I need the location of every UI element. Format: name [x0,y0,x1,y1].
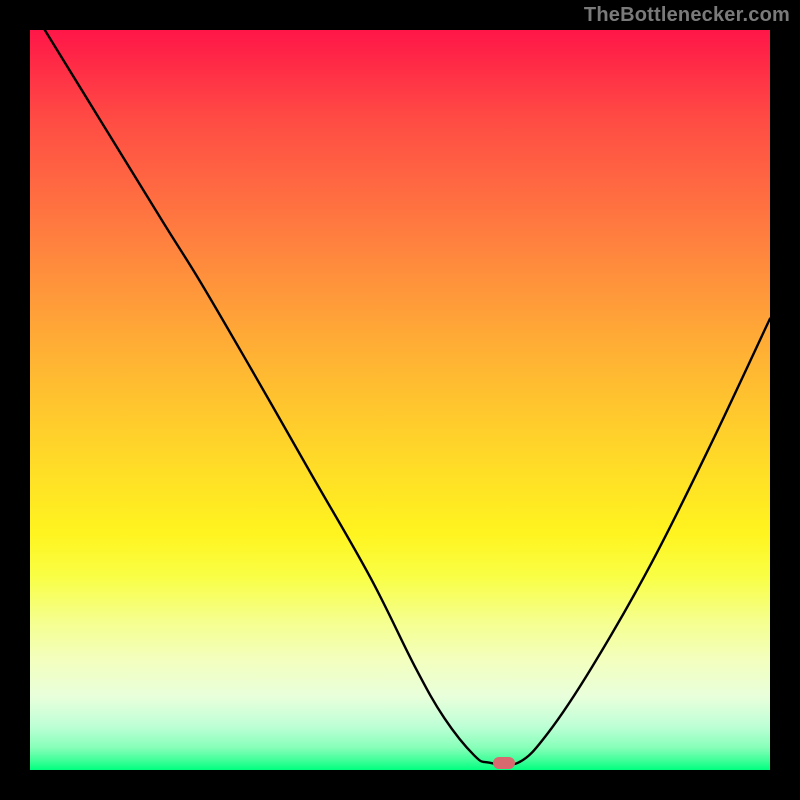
source-watermark: TheBottlenecker.com [584,4,790,27]
plot-area [30,30,770,770]
bottleneck-curve [30,30,770,770]
optimal-point-marker [493,757,515,769]
chart-frame: TheBottlenecker.com [0,0,800,800]
